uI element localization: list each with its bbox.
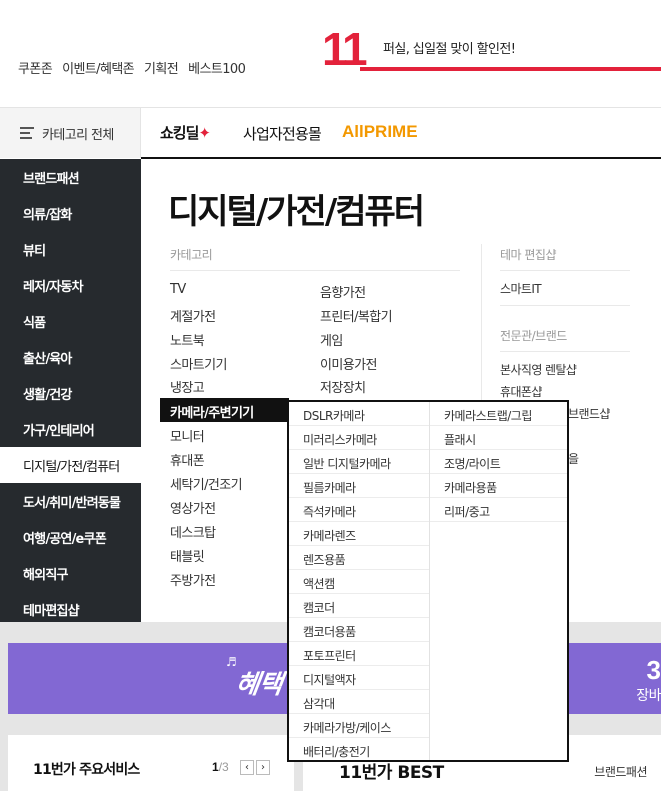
services-pager: 1/3 bbox=[212, 760, 229, 774]
promo-underline bbox=[360, 67, 661, 71]
subcat-printer[interactable]: 프린터/복합기 bbox=[320, 306, 393, 325]
flyout-item-action-cam[interactable]: 액션캠 bbox=[289, 570, 429, 594]
subcat-game[interactable]: 게임 bbox=[320, 330, 343, 349]
camera-flyout-menu: DSLR카메라 미러리스카메라 일반 디지털카메라 필름카메라 즉석카메라 카메… bbox=[287, 400, 569, 762]
flyout-item-instant-camera[interactable]: 즉석카메라 bbox=[289, 498, 429, 522]
theme-item-divider bbox=[500, 305, 630, 306]
flyout-item-lens-accessory[interactable]: 렌즈용품 bbox=[289, 546, 429, 570]
brand-rental-shop[interactable]: 본사직영 렌탈샵 bbox=[500, 361, 577, 378]
subcat-washer[interactable]: 세탁기/건조기 bbox=[170, 474, 243, 493]
flyout-item-refurbished[interactable]: 리퍼/중고 bbox=[430, 498, 567, 522]
subcat-tv[interactable]: TV bbox=[170, 282, 186, 297]
sidebar-item-baby[interactable]: 출산/육아 bbox=[0, 339, 141, 375]
exhibition-link[interactable]: 기획전 bbox=[144, 58, 179, 77]
flyout-item-mirrorless[interactable]: 미러리스카메라 bbox=[289, 426, 429, 450]
theme-divider bbox=[500, 270, 630, 271]
sidebar-item-food[interactable]: 식품 bbox=[0, 303, 141, 339]
sidebar-item-furniture[interactable]: 가구/인테리어 bbox=[0, 411, 141, 447]
subcat-video[interactable]: 영상가전 bbox=[170, 498, 216, 517]
sidebar-item-clothing[interactable]: 의류/잡화 bbox=[0, 195, 141, 231]
category-all-label: 카테고리 전체 bbox=[42, 127, 114, 143]
subcat-desktop[interactable]: 데스크탑 bbox=[170, 522, 216, 541]
next-page-button[interactable]: › bbox=[256, 760, 270, 775]
main-services-card: 11번가 주요서비스 1/3 ‹ › bbox=[8, 735, 294, 791]
flyout-item-dslr[interactable]: DSLR카메라 bbox=[289, 402, 429, 426]
flyout-item-digital-frame[interactable]: 디지털액자 bbox=[289, 666, 429, 690]
best-tab-brand-fashion[interactable]: 브랜드패션 bbox=[594, 763, 647, 780]
sidebar-item-digital[interactable]: 디지털/가전/컴퓨터 bbox=[0, 447, 141, 483]
subcat-laptop[interactable]: 노트북 bbox=[170, 330, 205, 349]
brand-section-label: 전문관/브랜드 bbox=[500, 329, 567, 343]
panel-title: 디지털/가전/컴퓨터 bbox=[168, 192, 425, 232]
banner-number: 3 bbox=[646, 655, 661, 685]
event-benefit-link[interactable]: 이벤트/혜택존 bbox=[62, 58, 135, 77]
promo-number[interactable]: 11 bbox=[322, 26, 368, 72]
subcat-camera[interactable]: 카메라/주변기기 bbox=[160, 398, 289, 422]
subcat-phone[interactable]: 휴대폰 bbox=[170, 450, 205, 469]
category-all-button[interactable]: 카테고리 전체 bbox=[0, 108, 141, 158]
pager-current: 1 bbox=[212, 760, 219, 774]
brand-shop[interactable]: 브랜드샵 bbox=[568, 405, 610, 422]
flyout-item-lens[interactable]: 카메라렌즈 bbox=[289, 522, 429, 546]
theme-smart-it[interactable]: 스마트IT bbox=[500, 280, 542, 297]
prev-page-button[interactable]: ‹ bbox=[240, 760, 254, 775]
hamburger-icon bbox=[20, 124, 34, 142]
flyout-item-photo-printer[interactable]: 포토프린터 bbox=[289, 642, 429, 666]
flyout-item-battery[interactable]: 배터리/충전기 bbox=[289, 738, 429, 762]
brand-phone-shop[interactable]: 휴대폰샵 bbox=[500, 383, 542, 400]
sidebar-item-beauty[interactable]: 뷰티 bbox=[0, 231, 141, 267]
flyout-item-strap[interactable]: 카메라스트랩/그립 bbox=[430, 402, 567, 426]
business-mall-link[interactable]: 사업자전용몰 bbox=[243, 123, 322, 144]
sidebar-item-overseas[interactable]: 해외직구 bbox=[0, 555, 141, 591]
brand-partial-item[interactable]: 을 bbox=[568, 450, 579, 467]
shocking-deal-label: 쇼킹딜 bbox=[160, 124, 199, 142]
category-section-label: 카테고리 bbox=[170, 248, 213, 262]
best100-link[interactable]: 베스트100 bbox=[188, 58, 246, 77]
coupon-zone-link[interactable]: 쿠폰존 bbox=[18, 58, 53, 77]
flyout-item-digital-camera[interactable]: 일반 디지털카메라 bbox=[289, 450, 429, 474]
flyout-item-camera-supplies[interactable]: 카메라용품 bbox=[430, 474, 567, 498]
flyout-item-camcorder[interactable]: 캠코더 bbox=[289, 594, 429, 618]
brand-divider bbox=[500, 351, 630, 352]
subcat-fridge[interactable]: 냉장고 bbox=[170, 377, 205, 396]
flyout-item-camcorder-accessory[interactable]: 캠코더용품 bbox=[289, 618, 429, 642]
sidebar-item-leisure[interactable]: 레저/자동차 bbox=[0, 267, 141, 303]
promo-text[interactable]: 퍼실, 십일절 맞이 할인전! bbox=[383, 38, 516, 57]
flyout-item-tripod[interactable]: 삼각대 bbox=[289, 690, 429, 714]
sidebar-item-travel[interactable]: 여행/공연/e쿠폰 bbox=[0, 519, 141, 555]
banner-headline: 혜택 bbox=[233, 670, 284, 700]
sidebar-item-books[interactable]: 도서/취미/반려동물 bbox=[0, 483, 141, 519]
theme-section-label: 테마 편집샵 bbox=[500, 248, 557, 262]
category-divider bbox=[170, 270, 460, 271]
prime-logo[interactable]: AllPRIME bbox=[342, 122, 418, 142]
flyout-item-film-camera[interactable]: 필름카메라 bbox=[289, 474, 429, 498]
pager-total: /3 bbox=[218, 760, 229, 774]
subcat-smart-device[interactable]: 스마트기기 bbox=[170, 354, 227, 373]
subcat-beauty-device[interactable]: 이미용가전 bbox=[320, 354, 377, 373]
sidebar-item-brand-fashion[interactable]: 브랜드패션 bbox=[0, 159, 141, 195]
banner-subtext: 장바 bbox=[636, 688, 661, 704]
category-sidebar: 브랜드패션 의류/잡화 뷰티 레저/자동차 식품 출산/육아 생활/건강 가구/… bbox=[0, 159, 141, 623]
flyout-item-lighting[interactable]: 조명/라이트 bbox=[430, 450, 567, 474]
sidebar-item-living[interactable]: 생활/건강 bbox=[0, 375, 141, 411]
flyout-item-flash[interactable]: 플래시 bbox=[430, 426, 567, 450]
main-services-title: 11번가 주요서비스 bbox=[33, 762, 140, 778]
subcat-storage[interactable]: 저장장치 bbox=[320, 377, 366, 396]
top-utility-links: 쿠폰존 이벤트/혜택존 기획전 베스트100 bbox=[18, 58, 246, 77]
subcat-audio[interactable]: 음향가전 bbox=[320, 282, 366, 301]
nav-underline bbox=[141, 157, 661, 159]
flyout-item-camera-bag[interactable]: 카메라가방/케이스 bbox=[289, 714, 429, 738]
subcat-kitchen[interactable]: 주방가전 bbox=[170, 570, 216, 589]
subcat-monitor[interactable]: 모니터 bbox=[170, 426, 205, 445]
music-note-icon: ♬ bbox=[226, 655, 237, 669]
shocking-deal-logo[interactable]: 쇼킹딜✦ bbox=[160, 122, 211, 143]
subcat-seasonal[interactable]: 계절가전 bbox=[170, 306, 216, 325]
star-icon: ✦ bbox=[198, 124, 211, 142]
subcat-tablet[interactable]: 태블릿 bbox=[170, 546, 205, 565]
